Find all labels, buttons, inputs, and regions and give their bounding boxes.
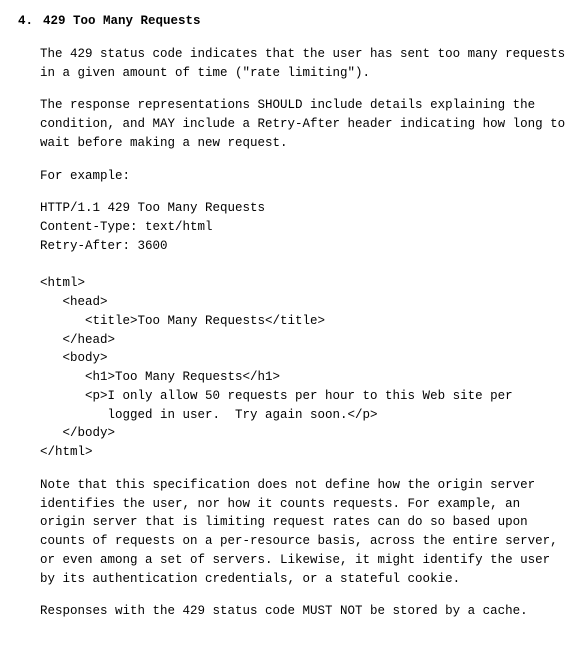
example-code-block: HTTP/1.1 429 Too Many Requests Content-T… [40,199,569,462]
paragraph-example-label: For example: [40,167,569,186]
paragraph-note: Note that this specification does not de… [40,476,569,589]
section-number: 4. [18,14,33,28]
section-header: 4. 429 Too Many Requests [18,12,569,31]
paragraph-cache: Responses with the 429 status code MUST … [40,602,569,621]
paragraph-intro: The 429 status code indicates that the u… [40,45,569,83]
section-title: 429 Too Many Requests [43,14,201,28]
section-body: The 429 status code indicates that the u… [40,45,569,621]
paragraph-should: The response representations SHOULD incl… [40,96,569,152]
